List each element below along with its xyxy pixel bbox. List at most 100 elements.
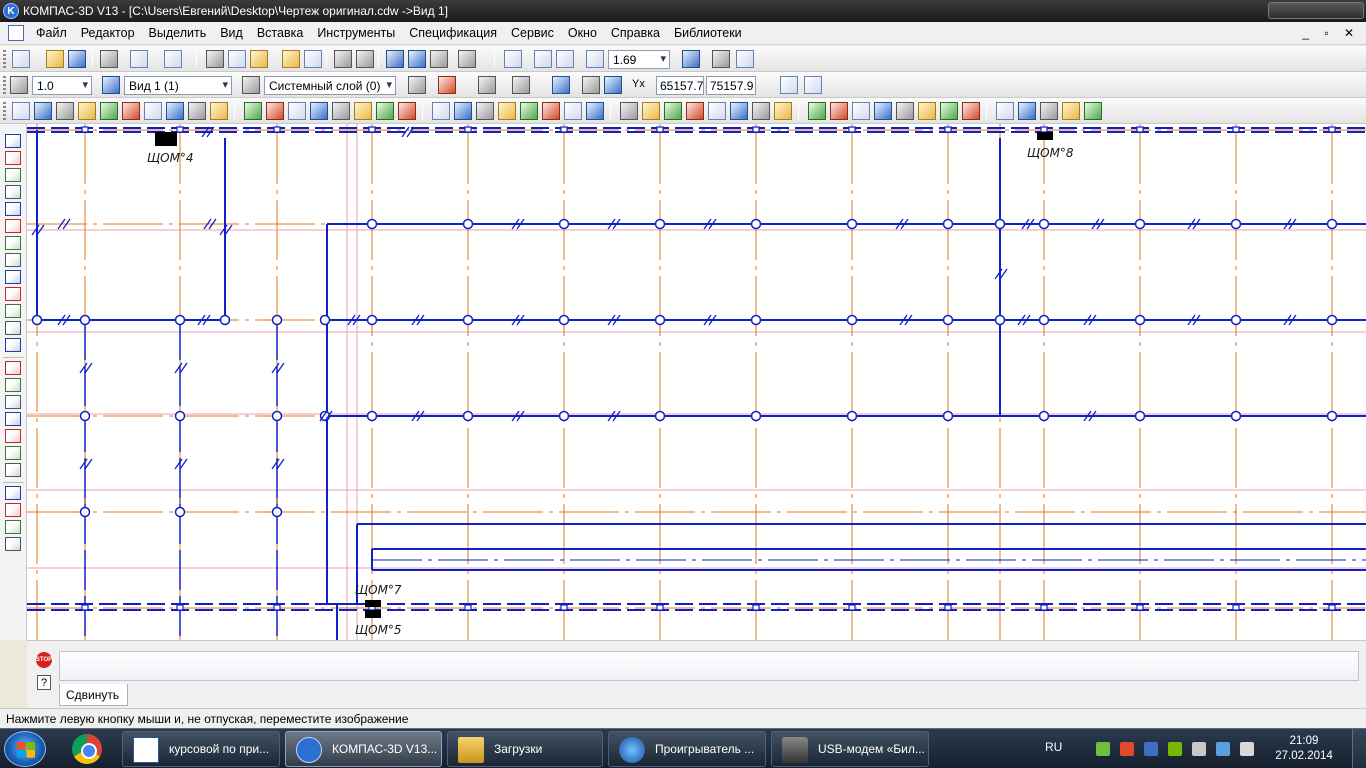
views-panel-icon[interactable] [5, 304, 21, 318]
line-panel-icon[interactable] [5, 537, 21, 551]
fragment-tool-icon[interactable] [830, 102, 848, 120]
text-panel-icon[interactable] [5, 321, 21, 335]
chrome-icon[interactable] [72, 734, 102, 764]
zoom-out-icon[interactable] [556, 50, 574, 68]
tab-pan[interactable]: Сдвинуть [59, 684, 129, 706]
base-panel-icon[interactable] [5, 395, 21, 409]
taskbar-item-usb-modem[interactable]: USB-модем «Бил... [771, 731, 929, 767]
copy-icon[interactable] [228, 50, 246, 68]
menu-insert[interactable]: Вставка [251, 26, 311, 40]
reports-panel-icon[interactable] [5, 270, 21, 284]
step-combo[interactable]: 1.0 [32, 76, 92, 95]
open-folder-icon[interactable] [46, 50, 64, 68]
fragment-tool-icon[interactable] [310, 102, 328, 120]
language-indicator[interactable]: RU [1045, 740, 1062, 754]
hatch-tool-icon[interactable] [620, 102, 638, 120]
menu-tools[interactable]: Инструменты [311, 26, 403, 40]
cursor-icon[interactable] [804, 76, 822, 94]
edit-panel-icon[interactable] [5, 185, 21, 199]
menu-help[interactable]: Справка [605, 26, 668, 40]
menu-editor[interactable]: Редактор [75, 26, 143, 40]
arrow-panel-icon[interactable] [5, 520, 21, 534]
mass-tool-icon[interactable] [454, 102, 472, 120]
report-tool-icon[interactable] [498, 102, 516, 120]
drawing-canvas[interactable]: ЩОМ°4 ЩОМ°8 ЩОМ°7 ЩОМ°5 [27, 124, 1366, 640]
menu-specification[interactable]: Спецификация [403, 26, 505, 40]
line-tool-icon[interactable] [542, 102, 560, 120]
insert-tool-icon[interactable] [288, 102, 306, 120]
parametrize-panel-icon[interactable] [5, 202, 21, 216]
text-tool-icon[interactable] [122, 102, 140, 120]
leader-panel-icon[interactable] [5, 378, 21, 392]
report-tool-icon[interactable] [1018, 102, 1036, 120]
area-tool-icon[interactable] [940, 102, 958, 120]
taskbar-item-word[interactable]: курсовой по при... [122, 731, 280, 767]
check-tool-icon[interactable] [476, 102, 494, 120]
refresh-icon[interactable] [736, 50, 754, 68]
view-icon[interactable] [102, 76, 120, 94]
coord-x-field[interactable]: 65157.7 [656, 76, 704, 95]
zoom-window-icon[interactable] [504, 50, 522, 68]
center-panel-icon[interactable] [5, 463, 21, 477]
circle-tool-icon[interactable] [56, 102, 74, 120]
check-tool-icon[interactable] [996, 102, 1014, 120]
polyline-panel-icon[interactable] [5, 361, 21, 375]
redo-icon[interactable] [356, 50, 374, 68]
layer-icon[interactable] [242, 76, 260, 94]
help-icon[interactable]: ? [37, 675, 51, 690]
show-all-icon[interactable] [712, 50, 730, 68]
text-tool-icon[interactable] [642, 102, 660, 120]
toolbar-grip[interactable] [3, 102, 6, 120]
manager-icon[interactable] [164, 50, 182, 68]
spec-panel-icon[interactable] [5, 253, 21, 267]
weld-panel-icon[interactable] [5, 429, 21, 443]
drawing-svg[interactable]: ЩОМ°4 ЩОМ°8 ЩОМ°7 ЩОМ°5 [27, 124, 1366, 640]
volume-icon[interactable] [1240, 742, 1254, 756]
tree-icon[interactable] [386, 50, 404, 68]
menu-file[interactable]: Файл [30, 26, 75, 40]
coord-y-field[interactable]: 75157.9 [706, 76, 756, 95]
round-icon[interactable] [604, 76, 622, 94]
step-icon[interactable] [10, 76, 28, 94]
preview-icon[interactable] [130, 50, 148, 68]
connection-tray-icon[interactable] [1216, 742, 1230, 756]
line-tool-icon[interactable] [34, 102, 52, 120]
print-icon[interactable] [100, 50, 118, 68]
table-tool-icon[interactable] [664, 102, 682, 120]
zoom-scale-icon[interactable] [586, 50, 604, 68]
cut-panel-icon[interactable] [5, 503, 21, 517]
variables-icon[interactable] [408, 50, 426, 68]
dimension-tool-icon[interactable] [12, 102, 30, 120]
antivirus-tray-icon[interactable] [1120, 742, 1134, 756]
layer-combo[interactable]: Системный слой (0) [264, 76, 396, 95]
menu-service[interactable]: Сервис [505, 26, 562, 40]
arc-tool-icon[interactable] [78, 102, 96, 120]
geometry-panel-icon[interactable] [5, 134, 21, 148]
stop-icon[interactable]: STOP [36, 652, 52, 668]
table-panel-icon[interactable] [5, 338, 21, 352]
measure-panel-icon[interactable] [5, 219, 21, 233]
window-controls[interactable] [1268, 2, 1364, 19]
document-icon[interactable] [8, 25, 24, 41]
menu-view[interactable]: Вид [214, 26, 251, 40]
zoom-combo[interactable]: 1.69 [608, 50, 670, 69]
color-icon[interactable] [408, 76, 426, 94]
function-icon[interactable] [430, 50, 448, 68]
insert-tool-icon[interactable] [808, 102, 826, 120]
snap-tool-icon[interactable] [244, 102, 262, 120]
angle-tool-icon[interactable] [398, 102, 416, 120]
insert-panel-icon[interactable] [5, 287, 21, 301]
table-tool-icon[interactable] [144, 102, 162, 120]
rough-panel-icon[interactable] [5, 412, 21, 426]
macro-tool-icon[interactable] [774, 102, 792, 120]
format-brush-icon[interactable] [282, 50, 300, 68]
dimensions-panel-icon[interactable] [5, 151, 21, 165]
nvidia-tray-icon[interactable] [1168, 742, 1182, 756]
hatch-tool-icon[interactable] [100, 102, 118, 120]
select-panel-icon[interactable] [5, 236, 21, 250]
zoom-in-icon[interactable] [534, 50, 552, 68]
attribute-tool-icon[interactable] [852, 102, 870, 120]
modem-tray-icon[interactable] [1192, 742, 1206, 756]
library-tool-icon[interactable] [708, 102, 726, 120]
view-combo[interactable]: Вид 1 (1) [124, 76, 232, 95]
